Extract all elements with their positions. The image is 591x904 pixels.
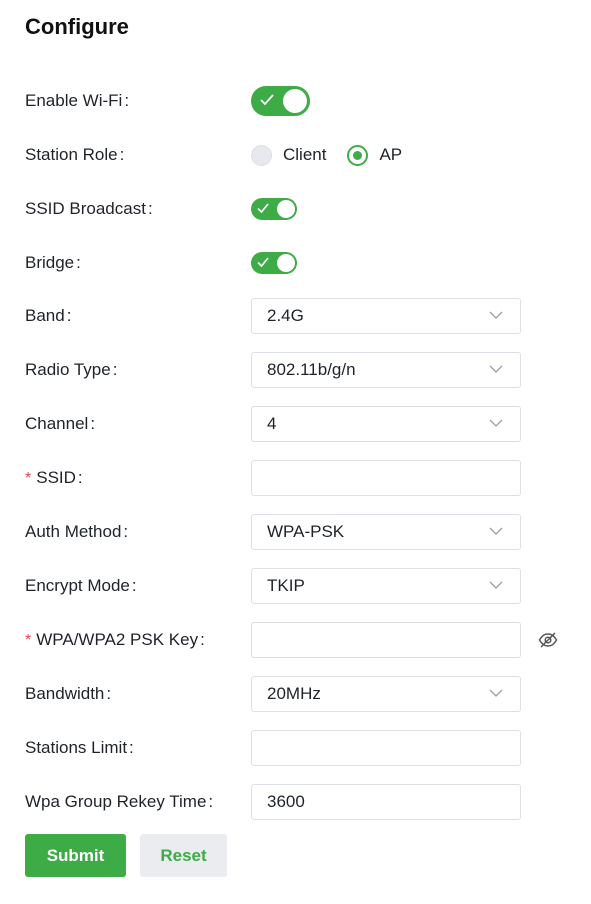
- wpa-group-rekey-time-value: 3600: [267, 792, 305, 811]
- radio-type-row: Radio Type: 802.11b/g/n: [0, 352, 591, 388]
- bandwidth-label: Bandwidth:: [25, 684, 112, 703]
- psk-key-input[interactable]: [251, 622, 521, 658]
- submit-button[interactable]: Submit: [25, 834, 126, 877]
- auth-method-label: Auth Method:: [25, 522, 129, 541]
- encrypt-mode-label: Encrypt Mode:: [25, 576, 137, 595]
- stations-limit-input[interactable]: [251, 730, 521, 766]
- psk-key-row: * WPA/WPA2 PSK Key:: [0, 622, 591, 658]
- auth-method-row: Auth Method: WPA-PSK: [0, 514, 591, 550]
- radio-client-label: Client: [283, 145, 327, 164]
- check-icon: [260, 94, 274, 106]
- radio-ap[interactable]: AP: [347, 144, 403, 166]
- station-role-label: Station Role:: [25, 145, 125, 164]
- stations-limit-row: Stations Limit:: [0, 730, 591, 766]
- ssid-broadcast-label: SSID Broadcast:: [25, 199, 153, 218]
- band-label: Band:: [25, 306, 72, 325]
- radio-type-select[interactable]: 802.11b/g/n: [251, 352, 521, 388]
- chevron-down-icon: [489, 311, 503, 319]
- check-icon: [257, 203, 269, 214]
- reset-button[interactable]: Reset: [140, 834, 227, 877]
- chevron-down-icon: [489, 365, 503, 373]
- check-icon: [257, 257, 269, 268]
- channel-row: Channel: 4: [0, 406, 591, 442]
- ssid-label: * SSID:: [25, 468, 83, 487]
- page-title: Configure: [25, 14, 129, 39]
- radio-ap-circle[interactable]: [347, 144, 369, 166]
- encrypt-mode-select[interactable]: TKIP: [251, 568, 521, 604]
- bridge-toggle[interactable]: [251, 252, 297, 274]
- stations-limit-label: Stations Limit:: [25, 738, 134, 757]
- ssid-row: * SSID:: [0, 460, 591, 496]
- toggle-knob: [277, 254, 295, 272]
- encrypt-mode-row: Encrypt Mode: TKIP: [0, 568, 591, 604]
- station-role-radio-group: Client AP: [251, 137, 423, 173]
- enable-wifi-label: Enable Wi-Fi:: [25, 91, 130, 110]
- auth-method-select[interactable]: WPA-PSK: [251, 514, 521, 550]
- band-row: Band: 2.4G: [0, 298, 591, 334]
- chevron-down-icon: [489, 689, 503, 697]
- chevron-down-icon: [489, 419, 503, 427]
- band-value: 2.4G: [267, 306, 304, 325]
- radio-client-circle[interactable]: [251, 144, 272, 166]
- chevron-down-icon: [489, 581, 503, 589]
- psk-key-label: * WPA/WPA2 PSK Key:: [25, 630, 205, 649]
- channel-value: 4: [267, 414, 277, 433]
- wpa-group-rekey-time-row: Wpa Group Rekey Time: 3600: [0, 784, 591, 820]
- wpa-group-rekey-time-label: Wpa Group Rekey Time:: [25, 792, 214, 811]
- ssid-input[interactable]: [251, 460, 521, 496]
- auth-method-value: WPA-PSK: [267, 522, 345, 541]
- ssid-broadcast-toggle[interactable]: [251, 198, 297, 220]
- chevron-down-icon: [489, 527, 503, 535]
- radio-type-label: Radio Type:: [25, 360, 118, 379]
- bridge-row: Bridge:: [0, 245, 591, 281]
- bandwidth-value: 20MHz: [267, 684, 321, 703]
- channel-label: Channel:: [25, 414, 96, 433]
- eye-hidden-icon[interactable]: [538, 631, 558, 649]
- bridge-label: Bridge:: [25, 253, 81, 272]
- station-role-row: Station Role: Client AP: [0, 137, 591, 173]
- enable-wifi-toggle[interactable]: [251, 86, 310, 116]
- encrypt-mode-value: TKIP: [267, 576, 305, 595]
- wpa-group-rekey-time-input[interactable]: 3600: [251, 784, 521, 820]
- enable-wifi-row: Enable Wi-Fi:: [0, 83, 591, 119]
- channel-select[interactable]: 4: [251, 406, 521, 442]
- bandwidth-row: Bandwidth: 20MHz: [0, 676, 591, 712]
- radio-client[interactable]: Client: [251, 144, 327, 166]
- ssid-broadcast-row: SSID Broadcast:: [0, 191, 591, 227]
- radio-ap-label: AP: [379, 145, 403, 164]
- radio-type-value: 802.11b/g/n: [267, 360, 356, 379]
- band-select[interactable]: 2.4G: [251, 298, 521, 334]
- required-asterisk: *: [25, 470, 32, 487]
- bandwidth-select[interactable]: 20MHz: [251, 676, 521, 712]
- toggle-knob: [277, 200, 295, 218]
- required-asterisk: *: [25, 632, 32, 649]
- toggle-knob: [283, 89, 307, 113]
